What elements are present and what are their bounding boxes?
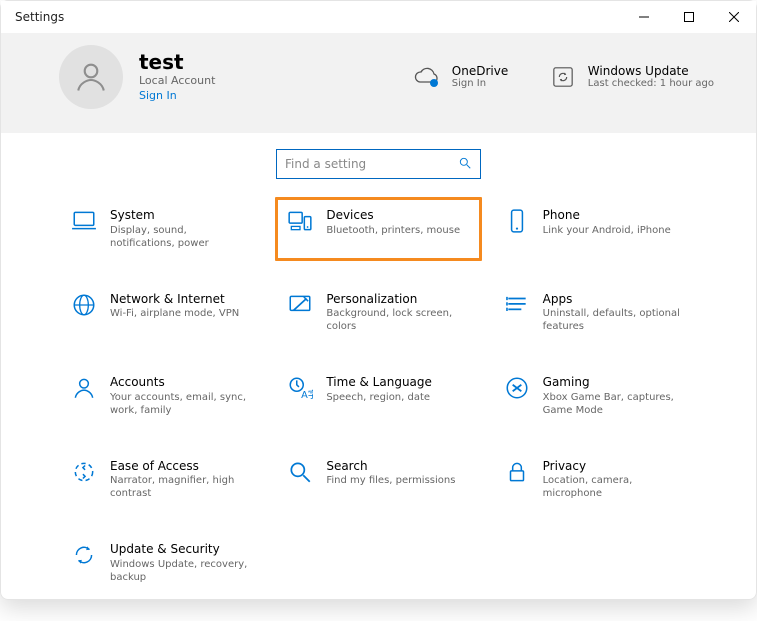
category-title: Update & Security — [110, 542, 254, 558]
user-name: test — [139, 52, 215, 73]
gaming-icon — [503, 375, 531, 403]
category-network[interactable]: Network & InternetWi-Fi, airplane mode, … — [59, 281, 265, 345]
categories-grid: SystemDisplay, sound, notifications, pow… — [1, 197, 756, 621]
category-desc: Bluetooth, printers, mouse — [326, 224, 470, 237]
search-icon[interactable] — [458, 155, 472, 174]
search-box[interactable] — [276, 149, 481, 179]
lock-icon — [503, 459, 531, 487]
window-controls — [621, 1, 756, 33]
onedrive-sub: Sign In — [452, 78, 508, 90]
category-desc: Location, camera, microphone — [543, 474, 687, 500]
close-button[interactable] — [711, 1, 756, 33]
search-icon — [286, 459, 314, 487]
category-desc: Windows Update, recovery, backup — [110, 558, 254, 584]
user-block: test Local Account Sign In — [139, 52, 215, 101]
sync-icon — [70, 542, 98, 570]
category-apps[interactable]: AppsUninstall, defaults, optional featur… — [492, 281, 698, 345]
category-title: Phone — [543, 208, 687, 224]
onedrive-widget[interactable]: OneDrive Sign In — [412, 64, 532, 90]
category-title: Gaming — [543, 375, 687, 391]
category-desc: Xbox Game Bar, captures, Game Mode — [543, 391, 687, 417]
onedrive-title: OneDrive — [452, 64, 508, 78]
category-system[interactable]: SystemDisplay, sound, notifications, pow… — [59, 197, 265, 261]
account-type: Local Account — [139, 73, 215, 88]
maximize-button[interactable] — [666, 1, 711, 33]
category-update[interactable]: Update & SecurityWindows Update, recover… — [59, 531, 265, 595]
search-wrap — [1, 133, 756, 197]
category-gaming[interactable]: GamingXbox Game Bar, captures, Game Mode — [492, 364, 698, 428]
update-sub: Last checked: 1 hour ago — [588, 78, 714, 90]
category-desc: Find my files, permissions — [326, 474, 470, 487]
ease-icon — [70, 459, 98, 487]
category-title: Time & Language — [326, 375, 470, 391]
category-devices[interactable]: DevicesBluetooth, printers, mouse — [275, 197, 481, 261]
category-title: Apps — [543, 292, 687, 308]
category-desc: Speech, region, date — [326, 391, 470, 404]
category-desc: Uninstall, defaults, optional features — [543, 307, 687, 333]
devices-icon — [286, 208, 314, 236]
category-title: Devices — [326, 208, 470, 224]
update-title: Windows Update — [588, 64, 714, 78]
category-ease[interactable]: Ease of AccessNarrator, magnifier, high … — [59, 448, 265, 512]
header-panel: test Local Account Sign In OneDrive Sign… — [1, 33, 756, 133]
person-icon — [70, 375, 98, 403]
update-widget[interactable]: Windows Update Last checked: 1 hour ago — [548, 64, 714, 90]
apps-icon — [503, 292, 531, 320]
category-title: Personalization — [326, 292, 470, 308]
globe-icon — [70, 292, 98, 320]
signin-link[interactable]: Sign In — [139, 89, 215, 102]
category-phone[interactable]: PhoneLink your Android, iPhone — [492, 197, 698, 261]
category-title: Search — [326, 459, 470, 475]
category-desc: Narrator, magnifier, high contrast — [110, 474, 254, 500]
category-desc: Display, sound, notifications, power — [110, 224, 254, 250]
time-language-icon — [286, 375, 314, 403]
category-desc: Link your Android, iPhone — [543, 224, 687, 237]
category-title: Accounts — [110, 375, 254, 391]
category-privacy[interactable]: PrivacyLocation, camera, microphone — [492, 448, 698, 512]
category-title: Network & Internet — [110, 292, 254, 308]
category-desc: Background, lock screen, colors — [326, 307, 470, 333]
window-title: Settings — [15, 10, 64, 24]
category-search[interactable]: SearchFind my files, permissions — [275, 448, 481, 512]
category-accounts[interactable]: AccountsYour accounts, email, sync, work… — [59, 364, 265, 428]
laptop-icon — [70, 208, 98, 236]
category-personalize[interactable]: PersonalizationBackground, lock screen, … — [275, 281, 481, 345]
category-desc: Wi-Fi, airplane mode, VPN — [110, 307, 254, 320]
minimize-button[interactable] — [621, 1, 666, 33]
category-title: Privacy — [543, 459, 687, 475]
category-time[interactable]: Time & LanguageSpeech, region, date — [275, 364, 481, 428]
phone-icon — [503, 208, 531, 236]
personalize-icon — [286, 292, 314, 320]
titlebar: Settings — [1, 1, 756, 33]
search-input[interactable] — [285, 157, 458, 171]
user-avatar[interactable] — [59, 45, 123, 109]
category-desc: Your accounts, email, sync, work, family — [110, 391, 254, 417]
person-icon — [73, 59, 109, 95]
category-title: System — [110, 208, 254, 224]
cloud-icon — [412, 67, 442, 87]
update-icon — [548, 66, 578, 88]
category-title: Ease of Access — [110, 459, 254, 475]
